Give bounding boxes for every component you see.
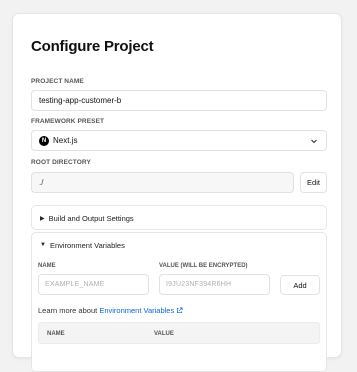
chevron-down-icon [311,139,317,144]
project-name-value: testing-app-customer-b [39,96,122,105]
env-table-header-name: NAME [47,331,65,337]
build-output-settings-title: Build and Output Settings [48,213,134,223]
environment-variables-header[interactable]: ▼ Environment Variables [32,233,326,257]
page-title: Configure Project [31,38,154,55]
env-table-header: NAME VALUE [38,322,320,344]
edit-root-directory-button[interactable]: Edit [300,172,327,193]
environment-variables-link[interactable]: Environment Variables [99,306,183,315]
configure-project-card: Configure Project PROJECT NAME testing-a… [12,13,342,372]
env-name-placeholder: EXAMPLE_NAME [45,281,105,288]
framework-preset-value: Next.js [53,136,78,145]
add-env-variable-button[interactable]: Add [280,275,320,295]
learn-more-text: Learn more about Environment Variables [38,306,183,315]
root-directory-value: ./ [39,178,44,187]
root-directory-label: ROOT DIRECTORY [31,159,91,166]
caret-right-icon: ▶ [40,215,45,222]
external-link-icon [177,307,183,314]
env-value-label: VALUE (WILL BE ENCRYPTED) [159,263,248,269]
nextjs-logo-icon: N [39,135,49,146]
learn-more-prefix: Learn more about [38,306,98,315]
framework-preset-label: FRAMEWORK PRESET [31,118,105,125]
framework-preset-select[interactable]: N Next.js [31,130,327,151]
build-output-settings-section[interactable]: ▶ Build and Output Settings [31,205,327,230]
root-directory-input[interactable]: ./ [31,172,294,193]
env-value-placeholder: I9JU23NF394R6HH [166,281,232,288]
environment-variables-section: ▼ Environment Variables NAME VALUE (WILL… [31,232,327,372]
env-name-label: NAME [38,263,56,269]
project-name-label: PROJECT NAME [31,78,84,85]
environment-variables-title: Environment Variables [49,240,125,250]
build-output-settings-header[interactable]: ▶ Build and Output Settings [32,206,326,230]
caret-down-icon: ▼ [40,242,46,248]
env-table-header-value: VALUE [154,331,174,337]
env-name-input[interactable]: EXAMPLE_NAME [38,274,149,295]
env-value-input[interactable]: I9JU23NF394R6HH [159,274,270,295]
project-name-input[interactable]: testing-app-customer-b [31,90,327,111]
environment-variables-link-label: Environment Variables [99,306,175,315]
